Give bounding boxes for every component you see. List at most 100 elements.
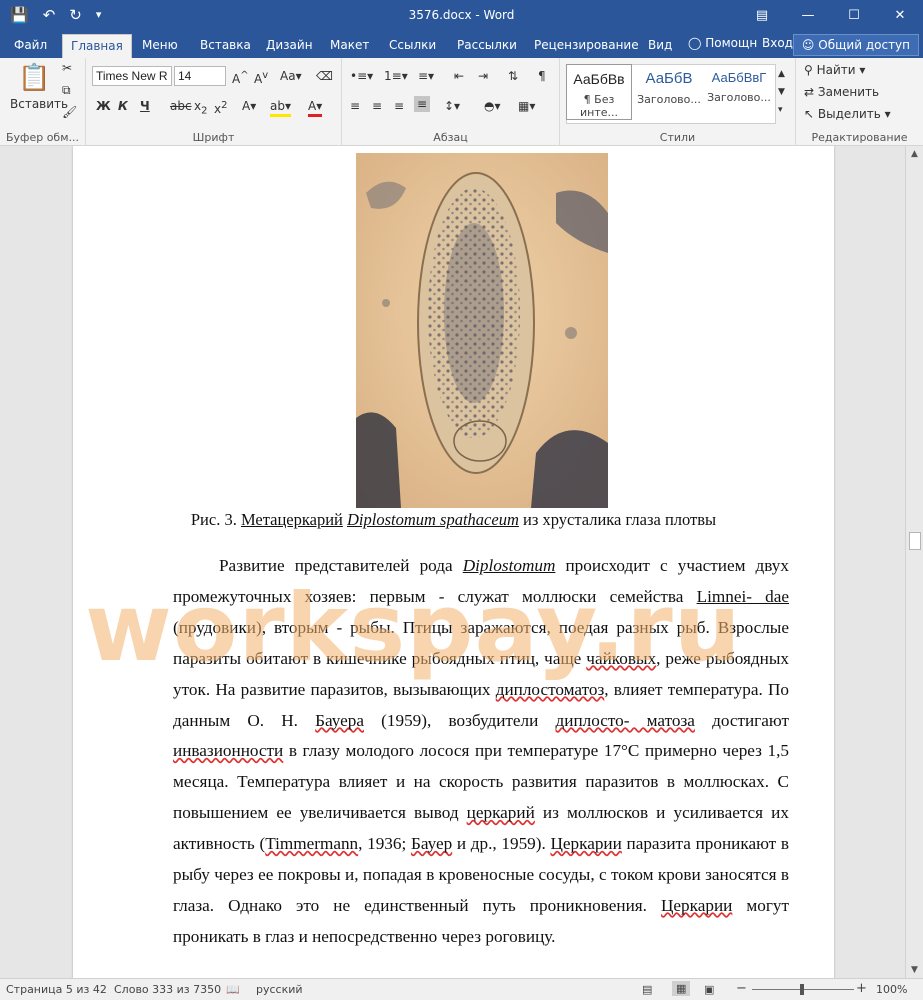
styles-scroll-up-icon[interactable]: ▲	[778, 66, 785, 82]
text-effects-icon[interactable]: A▾	[242, 98, 256, 114]
minimize-icon[interactable]: —	[785, 0, 831, 32]
line-spacing-icon[interactable]: ↕▾	[444, 98, 460, 114]
shrink-font-icon[interactable]: Av	[254, 68, 268, 87]
zoom-level[interactable]: 100%	[876, 983, 907, 996]
replace-button[interactable]: ⇄ Заменить	[804, 84, 879, 100]
tab-view[interactable]: Вид	[640, 36, 680, 58]
sort-icon[interactable]: ⇅	[508, 68, 518, 84]
group-font: Times New R 14 A^ Av Aa▾ ⌫ Ж К Ч abc x2 …	[86, 58, 342, 146]
change-case-icon[interactable]: Aa▾	[280, 68, 302, 84]
tab-home[interactable]: Главная	[62, 34, 132, 58]
tab-menu[interactable]: Меню	[134, 36, 186, 58]
page-count[interactable]: Страница 5 из 42	[6, 983, 107, 996]
copy-icon[interactable]: ⧉	[62, 82, 71, 98]
person-icon: ☺	[801, 38, 815, 52]
figure-caption: Рис. 3. Метацеркарий Diplostomum spathac…	[190, 510, 717, 529]
language-indicator[interactable]: русский	[256, 983, 303, 996]
title-bar: 💾 ↶ ↻ ▾ 3576.docx - Word ▤ — ☐ ✕	[0, 0, 923, 32]
group-editing: ⚲ Найти ▾ ⇄ Заменить ↖ Выделить ▾ Редакт…	[796, 58, 923, 146]
maximize-icon[interactable]: ☐	[831, 0, 877, 32]
figure-image	[356, 153, 608, 508]
word-count[interactable]: Слово 333 из 7350	[114, 983, 221, 996]
lightbulb-icon: ◯	[688, 36, 702, 50]
document-area: Рис. 3. Метацеркарий Diplostomum spathac…	[0, 146, 905, 978]
metacercaria-micrograph	[356, 153, 608, 508]
paste-icon[interactable]: 📋	[18, 64, 50, 92]
document-page[interactable]: Рис. 3. Метацеркарий Diplostomum spathac…	[73, 146, 834, 978]
body-paragraph[interactable]: Развитие представителей рода Diplostomum…	[173, 551, 789, 953]
styles-scroll-down-icon[interactable]: ▼	[778, 84, 785, 100]
paste-button[interactable]: Вставить	[10, 96, 68, 112]
tab-layout[interactable]: Макет	[322, 36, 377, 58]
font-color-icon[interactable]: A▾	[308, 98, 323, 117]
clear-formatting-icon[interactable]: ⌫	[316, 68, 333, 84]
increase-indent-icon[interactable]: ⇥	[478, 68, 488, 84]
group-paragraph: •≡▾ 1≡▾ ≡▾ ⇤ ⇥ ⇅ ¶ ≡ ≡ ≡ ≡ ↕▾ ◓▾ ▦▾ Абза…	[342, 58, 560, 146]
style-no-spacing[interactable]: АаБбВв ¶ Без инте...	[566, 64, 632, 120]
style-heading-2[interactable]: АаБбВвГ Заголово...	[706, 64, 772, 120]
italic-icon[interactable]: К	[118, 98, 128, 114]
cursor-icon: ↖	[804, 107, 815, 121]
strikethrough-icon[interactable]: abc	[170, 98, 192, 114]
ribbon-home: 📋 Вставить ✂ ⧉ 🖌 Буфер обм... Times New …	[0, 58, 923, 146]
scroll-thumb[interactable]	[909, 532, 921, 550]
group-clipboard: 📋 Вставить ✂ ⧉ 🖌 Буфер обм...	[0, 58, 86, 146]
replace-icon: ⇄	[804, 85, 815, 99]
subscript-icon[interactable]: x2	[194, 98, 207, 119]
proofing-icon[interactable]: 📖	[226, 983, 240, 996]
decrease-indent-icon[interactable]: ⇤	[454, 68, 464, 84]
zoom-in-icon[interactable]: +	[856, 981, 867, 996]
tab-review[interactable]: Рецензирование	[526, 36, 647, 58]
tab-file[interactable]: Файл	[6, 36, 55, 58]
cut-icon[interactable]: ✂	[62, 60, 72, 76]
search-icon: ⚲	[804, 63, 813, 77]
zoom-slider-handle[interactable]	[800, 984, 804, 995]
align-left-icon[interactable]: ≡	[350, 98, 360, 114]
window-controls: ▤ — ☐ ✕	[739, 0, 923, 32]
tab-insert[interactable]: Вставка	[192, 36, 259, 58]
tab-references[interactable]: Ссылки	[381, 36, 444, 58]
ribbon-tabs: Файл Главная Меню Вставка Дизайн Макет С…	[0, 32, 923, 58]
bullets-icon[interactable]: •≡▾	[350, 68, 373, 84]
group-label-editing: Редактирование	[811, 131, 908, 144]
numbering-icon[interactable]: 1≡▾	[384, 68, 408, 84]
tab-mailings[interactable]: Рассылки	[449, 36, 525, 58]
group-label-font: Шрифт	[192, 131, 235, 144]
group-label-paragraph: Абзац	[433, 131, 468, 144]
font-size-combo[interactable]: 14	[174, 66, 226, 86]
scroll-up-icon[interactable]: ▲	[906, 146, 923, 162]
web-layout-icon[interactable]: ▣	[704, 983, 714, 996]
highlight-icon[interactable]: ab▾	[270, 98, 291, 117]
group-label-styles: Стили	[659, 131, 696, 144]
zoom-out-icon[interactable]: −	[736, 981, 747, 996]
share-button[interactable]: ☺ Общий доступ	[792, 34, 919, 56]
bold-icon[interactable]: Ж	[96, 98, 111, 114]
multilevel-list-icon[interactable]: ≡▾	[418, 68, 434, 84]
ribbon-display-icon[interactable]: ▤	[739, 0, 785, 32]
format-painter-icon[interactable]: 🖌	[62, 104, 77, 120]
read-mode-icon[interactable]: ▤	[642, 983, 652, 996]
align-center-icon[interactable]: ≡	[372, 98, 382, 114]
font-name-combo[interactable]: Times New R	[92, 66, 172, 86]
tell-me-box[interactable]: ◯ Помощн	[688, 36, 757, 50]
group-styles: АаБбВв ¶ Без инте... АаБбВ Заголово... А…	[560, 58, 796, 146]
select-button[interactable]: ↖ Выделить ▾	[804, 106, 891, 122]
grow-font-icon[interactable]: A^	[232, 68, 249, 87]
scroll-down-icon[interactable]: ▼	[906, 962, 923, 978]
align-right-icon[interactable]: ≡	[394, 98, 404, 114]
group-label-clipboard: Буфер обм...	[5, 131, 79, 144]
underline-icon[interactable]: Ч	[140, 98, 150, 114]
justify-icon[interactable]: ≡	[414, 96, 431, 112]
superscript-icon[interactable]: x2	[214, 98, 227, 117]
close-icon[interactable]: ✕	[877, 0, 923, 32]
print-layout-icon[interactable]: ▦	[672, 981, 691, 996]
find-button[interactable]: ⚲ Найти ▾	[804, 62, 865, 78]
shading-icon[interactable]: ◓▾	[484, 98, 501, 114]
vertical-scrollbar[interactable]: ▲ ▼	[905, 146, 923, 978]
tab-design[interactable]: Дизайн	[258, 36, 321, 58]
styles-more-icon[interactable]: ▾	[778, 102, 783, 118]
borders-icon[interactable]: ▦▾	[518, 98, 535, 114]
show-marks-icon[interactable]: ¶	[538, 68, 546, 84]
sign-in-link[interactable]: Вход	[762, 36, 793, 50]
style-heading-1[interactable]: АаБбВ Заголово...	[636, 64, 702, 120]
